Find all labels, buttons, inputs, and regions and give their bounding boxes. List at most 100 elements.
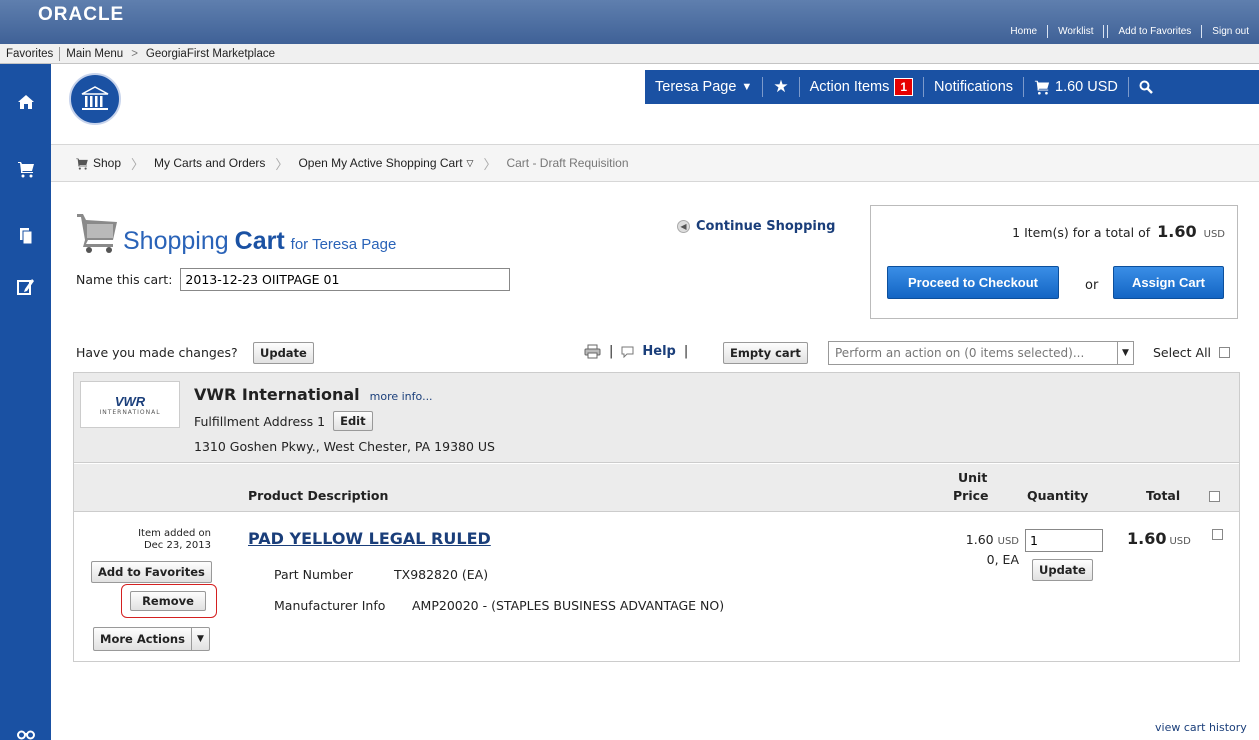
- column-quantity: Quantity: [1027, 488, 1089, 503]
- perform-action-select[interactable]: Perform an action on (0 items selected).…: [828, 341, 1134, 365]
- unit-price-value: 1.60: [965, 532, 994, 547]
- fulfillment-address: Fulfillment Address 1: [194, 413, 326, 429]
- breadcrumb-shop[interactable]: Shop: [75, 156, 121, 170]
- table-header: Product Description Unit Price Quantity …: [74, 464, 1239, 512]
- add-to-favorites-button[interactable]: Add to Favorites: [91, 561, 212, 583]
- user-name: Teresa Page: [655, 79, 737, 95]
- supplier-logo-sub: INTERNATIONAL: [99, 408, 161, 416]
- continue-shopping-link[interactable]: ◀ Continue Shopping: [677, 219, 835, 234]
- perform-action-placeholder: Perform an action on (0 items selected).…: [835, 346, 1085, 360]
- supplier-name-row: VWR International more info...: [194, 385, 433, 404]
- select-all-checkbox[interactable]: [1219, 347, 1231, 358]
- edit-address-button[interactable]: Edit: [333, 411, 373, 431]
- oracle-logo: ORACLE: [38, 4, 125, 25]
- favorites-menu[interactable]: Favorites: [0, 48, 59, 60]
- printer-icon[interactable]: [584, 344, 601, 359]
- unit-price: 1.60 USD 0, EA: [931, 531, 1019, 569]
- edit-icon[interactable]: [0, 266, 51, 306]
- more-actions-menu: More Actions ▼: [93, 627, 210, 651]
- top-links: Home Worklist Add to Favorites Sign out: [1000, 22, 1259, 40]
- university-seal-logo: [69, 73, 121, 125]
- sign-out-link[interactable]: Sign out: [1202, 26, 1259, 37]
- add-to-favorites-link[interactable]: Add to Favorites: [1108, 26, 1201, 37]
- worklist-link[interactable]: Worklist: [1048, 26, 1103, 37]
- cart-total-amount: 1.60 USD: [1055, 79, 1118, 95]
- link-divider: [1103, 24, 1105, 38]
- quantity-input[interactable]: [1025, 529, 1103, 552]
- help-icon: [621, 346, 634, 358]
- or-label: or: [1085, 278, 1099, 293]
- main-menu[interactable]: Main Menu: [60, 48, 129, 60]
- header-strip: Teresa Page ▼ ★ Action Items 1 Notificat…: [51, 64, 1259, 144]
- update-cart-button[interactable]: Update: [253, 342, 314, 364]
- more-actions-button[interactable]: More Actions: [93, 627, 192, 651]
- documents-icon[interactable]: [0, 216, 51, 256]
- cart-actions-row: Have you made changes? Update | Help | E…: [76, 341, 1242, 365]
- notifications-button[interactable]: Notifications: [924, 79, 1023, 95]
- product-title-link[interactable]: PAD YELLOW LEGAL RULED: [248, 529, 491, 548]
- divider: |: [683, 344, 689, 359]
- view-cart-history-link[interactable]: view cart history: [1155, 721, 1247, 734]
- summary-prefix: 1 Item(s) for a total of: [1012, 225, 1151, 240]
- left-sidebar: [0, 64, 51, 740]
- update-quantity-button[interactable]: Update: [1032, 559, 1093, 581]
- home-icon[interactable]: [0, 82, 51, 122]
- part-number-value: TX982820 (EA): [394, 567, 489, 582]
- select-all-label: Select All: [1153, 345, 1212, 360]
- part-number-row: Part Number TX982820 (EA): [274, 567, 488, 582]
- assign-cart-button[interactable]: Assign Cart: [1113, 266, 1224, 299]
- search-icon[interactable]: [1129, 80, 1163, 94]
- breadcrumb-carts-orders[interactable]: My Carts and Orders: [154, 156, 265, 170]
- cart-icon: [1034, 80, 1050, 95]
- empty-cart-button[interactable]: Empty cart: [723, 342, 808, 364]
- help-link[interactable]: Help: [642, 344, 675, 359]
- line-total: 1.60 USD: [1127, 529, 1191, 548]
- unit-of-measure: 0, EA: [986, 552, 1019, 567]
- line-total-value: 1.60: [1127, 529, 1167, 548]
- column-price: Price: [953, 488, 989, 503]
- remove-highlight: Remove: [121, 584, 217, 618]
- breadcrumb-label: Open My Active Shopping Cart: [298, 156, 463, 170]
- remove-button[interactable]: Remove: [130, 591, 206, 611]
- chevron-down-icon[interactable]: ▼: [191, 627, 210, 651]
- breadcrumb: Shop 〉 My Carts and Orders 〉 Open My Act…: [51, 144, 1259, 182]
- supplier-logo: VWR INTERNATIONAL: [80, 381, 180, 428]
- column-total: Total: [1146, 488, 1181, 503]
- item-select-checkbox[interactable]: [1212, 529, 1223, 540]
- cart-name-row: Name this cart:: [76, 268, 511, 291]
- menu-bar: Favorites Main Menu > GeorgiaFirst Marke…: [0, 44, 1259, 64]
- item-added-date: Item added on Dec 23, 2013: [74, 528, 211, 552]
- more-info-link[interactable]: more info...: [370, 390, 433, 403]
- item-added-label: Item added on: [138, 528, 211, 539]
- back-arrow-icon: ◀: [677, 220, 690, 233]
- cart-icon: [76, 157, 88, 170]
- shopping-cart-icon: [77, 214, 117, 253]
- manufacturer-value: AMP20020 - (STAPLES BUSINESS ADVANTAGE N…: [412, 598, 725, 613]
- continue-shopping-label: Continue Shopping: [696, 219, 836, 234]
- cart-total-button[interactable]: 1.60 USD: [1024, 79, 1128, 95]
- select-all-items-checkbox[interactable]: [1209, 491, 1220, 502]
- summary-currency: USD: [1203, 229, 1225, 240]
- divider: |: [609, 344, 614, 359]
- supplier-name: VWR International: [194, 385, 360, 404]
- star-icon[interactable]: ★: [763, 77, 798, 97]
- action-items-button[interactable]: Action Items 1: [800, 78, 923, 96]
- breadcrumb-separator-icon: 〉: [275, 156, 289, 172]
- cart-name-input[interactable]: [180, 268, 511, 291]
- chevron-down-icon: ▼: [741, 81, 753, 93]
- proceed-to-checkout-button[interactable]: Proceed to Checkout: [887, 266, 1059, 299]
- title-cart: Cart: [234, 227, 285, 255]
- breadcrumb-active-cart[interactable]: Open My Active Shopping Cart ▽: [298, 156, 473, 170]
- title-shopping: Shopping: [123, 227, 229, 255]
- column-product-description: Product Description: [248, 488, 389, 503]
- breadcrumb-separator-icon: 〉: [483, 156, 497, 172]
- cart-name-label: Name this cart:: [76, 272, 173, 287]
- oracle-header: ORACLE Home Worklist Add to Favorites Si…: [0, 0, 1259, 44]
- user-menu[interactable]: Teresa Page ▼: [645, 79, 762, 95]
- binoculars-icon[interactable]: [0, 714, 51, 740]
- current-page-link[interactable]: GeorgiaFirst Marketplace: [140, 48, 281, 60]
- user-toolbar: Teresa Page ▼ ★ Action Items 1 Notificat…: [645, 70, 1259, 104]
- cart-icon[interactable]: [0, 149, 51, 189]
- home-link[interactable]: Home: [1000, 26, 1047, 37]
- manufacturer-row: Manufacturer Info AMP20020 - (STAPLES BU…: [274, 598, 724, 613]
